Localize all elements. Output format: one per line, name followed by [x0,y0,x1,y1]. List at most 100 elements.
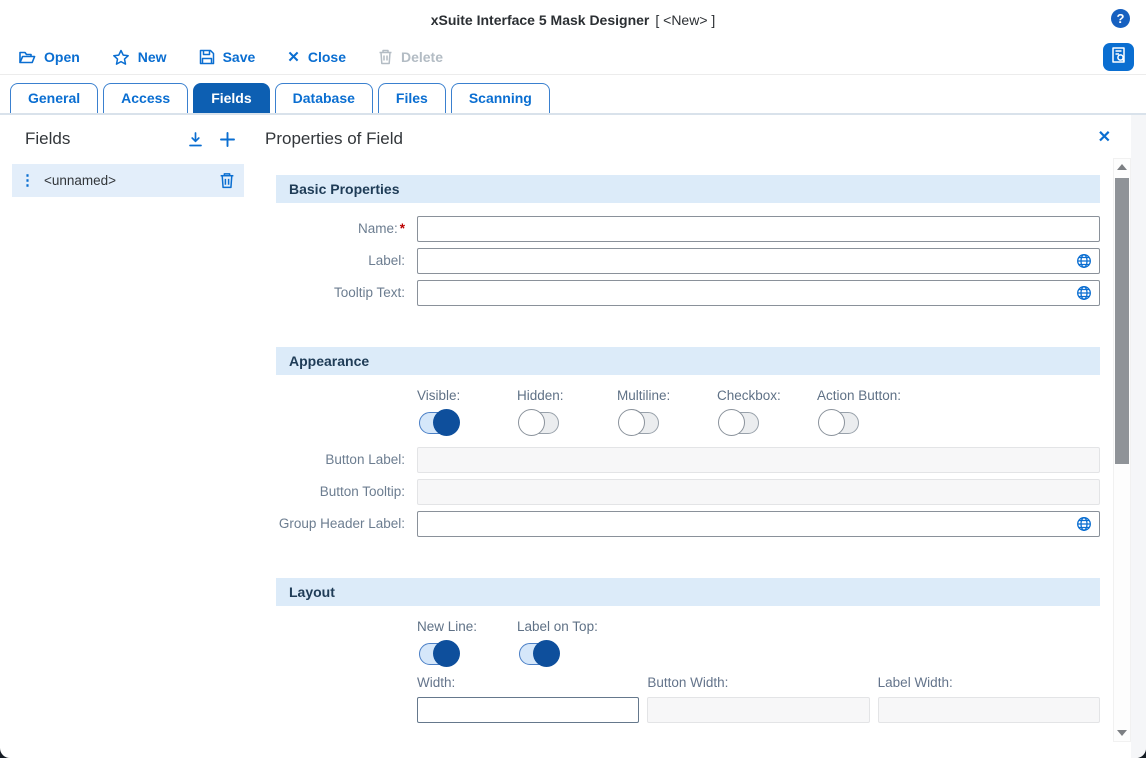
fields-sidebar: Fields ⋮ <unnamed> [0,115,250,758]
translate-globe-icon[interactable] [1076,516,1092,532]
tooltip-text-label: Tooltip Text: [276,284,405,302]
save-icon [199,49,215,65]
toggle-knob [618,409,645,436]
toggle-knob [518,409,545,436]
translate-globe-icon[interactable] [1076,285,1092,301]
width-group: Width: [417,675,639,723]
tab-database[interactable]: Database [275,83,373,113]
tooltip-text-row: Tooltip Text: [276,280,1100,306]
save-button-label: Save [223,49,256,65]
multiline-toggle[interactable] [619,412,659,434]
help-button[interactable]: ? [1111,9,1130,28]
tab-bar: General Access Fields Database Files Sca… [0,75,1146,115]
label-width-group: Label Width: [878,675,1100,723]
section-basic-properties: Basic Properties [276,175,1100,203]
toggle-knob [533,640,560,667]
section-appearance: Appearance [276,347,1100,375]
section-layout: Layout [276,578,1100,606]
open-button-label: Open [44,49,80,65]
hidden-toggle[interactable] [519,412,559,434]
save-button[interactable]: Save [199,49,256,65]
fields-sidebar-header: Fields [12,129,244,149]
width-label: Width: [417,675,639,690]
button-tooltip-row: Button Tooltip: [276,479,1100,505]
tab-scanning[interactable]: Scanning [451,83,550,113]
content-area: Fields ⋮ <unnamed> Properties of Field ✕… [0,115,1146,758]
star-icon [112,49,130,66]
tab-fields[interactable]: Fields [193,83,269,113]
button-tooltip-input [417,479,1100,505]
add-field-icon[interactable] [219,131,236,148]
group-header-label-label: Group Header Label: [276,515,405,533]
scroll-down-arrow-icon[interactable] [1114,725,1130,741]
help-icon: ? [1117,11,1125,26]
label-on-top-toggle-group: Label on Top: [517,619,598,665]
open-folder-icon [18,49,36,65]
layout-toggles: New Line: Label on Top: [417,619,1100,665]
width-row: Width: Button Width: Label Width: [417,675,1100,723]
close-button[interactable]: ✕ Close [287,48,346,66]
tooltip-text-input[interactable] [417,280,1100,306]
fields-sidebar-actions [187,131,244,148]
document-search-icon [1110,46,1127,69]
tab-general[interactable]: General [10,83,98,113]
download-icon[interactable] [187,131,204,148]
label-on-top-toggle[interactable] [519,643,559,665]
visible-toggle[interactable] [419,412,459,434]
delete-field-icon[interactable] [219,172,235,189]
button-label-row: Button Label: [276,447,1100,473]
toggle-knob [718,409,745,436]
page-title-state: [ <New> ] [655,12,715,28]
visible-toggle-group: Visible: [417,388,517,434]
properties-form: Basic Properties Name:* Label: Tooltip T… [276,175,1100,723]
button-width-label: Button Width: [647,675,869,690]
checkbox-toggle-group: Checkbox: [717,388,817,434]
group-header-label-input[interactable] [417,511,1100,537]
width-input[interactable] [417,697,639,723]
toggle-knob [433,409,460,436]
scroll-up-arrow-icon[interactable] [1114,159,1130,175]
page-title: xSuite Interface 5 Mask Designer [ <New> … [431,12,716,28]
action-button-toggle[interactable] [819,412,859,434]
vertical-scrollbar[interactable] [1113,158,1131,742]
name-input[interactable] [417,216,1100,242]
delete-button[interactable]: Delete [378,49,443,65]
name-label: Name:* [276,220,405,238]
new-button[interactable]: New [112,49,167,66]
multiline-toggle-group: Multiline: [617,388,717,434]
checkbox-toggle[interactable] [719,412,759,434]
close-icon: ✕ [287,48,300,66]
close-button-label: Close [308,49,346,65]
new-line-toggle[interactable] [419,643,459,665]
checkbox-label: Checkbox: [717,388,817,403]
panel-close-icon[interactable]: ✕ [1098,127,1111,147]
label-width-input [878,697,1100,723]
field-list-item[interactable]: ⋮ <unnamed> [12,164,244,197]
scrollbar-thumb[interactable] [1115,178,1129,464]
drag-handle-icon[interactable]: ⋮ [20,173,35,188]
toggle-knob [433,640,460,667]
translate-globe-icon[interactable] [1076,253,1092,269]
toolbar: Open New Save ✕ Close Delete [0,40,1146,75]
form-preview-button[interactable] [1103,43,1134,71]
required-asterisk: * [400,221,405,236]
properties-panel: Properties of Field ✕ Basic Properties N… [250,115,1146,758]
new-line-toggle-group: New Line: [417,619,517,665]
delete-button-label: Delete [401,49,443,65]
app-window: xSuite Interface 5 Mask Designer [ <New> … [0,0,1146,758]
label-input[interactable] [417,248,1100,274]
hidden-toggle-group: Hidden: [517,388,617,434]
toggle-knob [818,409,845,436]
button-label-input [417,447,1100,473]
page-title-name: xSuite Interface 5 Mask Designer [431,12,650,28]
properties-panel-title: Properties of Field [265,129,1146,149]
open-button[interactable]: Open [18,49,80,65]
label-label: Label: [276,252,405,270]
group-header-label-row: Group Header Label: [276,511,1100,537]
label-on-top-label: Label on Top: [517,619,598,634]
tab-access[interactable]: Access [103,83,188,113]
appearance-toggles: Visible: Hidden: Multiline: Checkbox: [417,388,1100,434]
tab-files[interactable]: Files [378,83,446,113]
button-label-label: Button Label: [276,451,405,469]
button-tooltip-label: Button Tooltip: [276,483,405,501]
